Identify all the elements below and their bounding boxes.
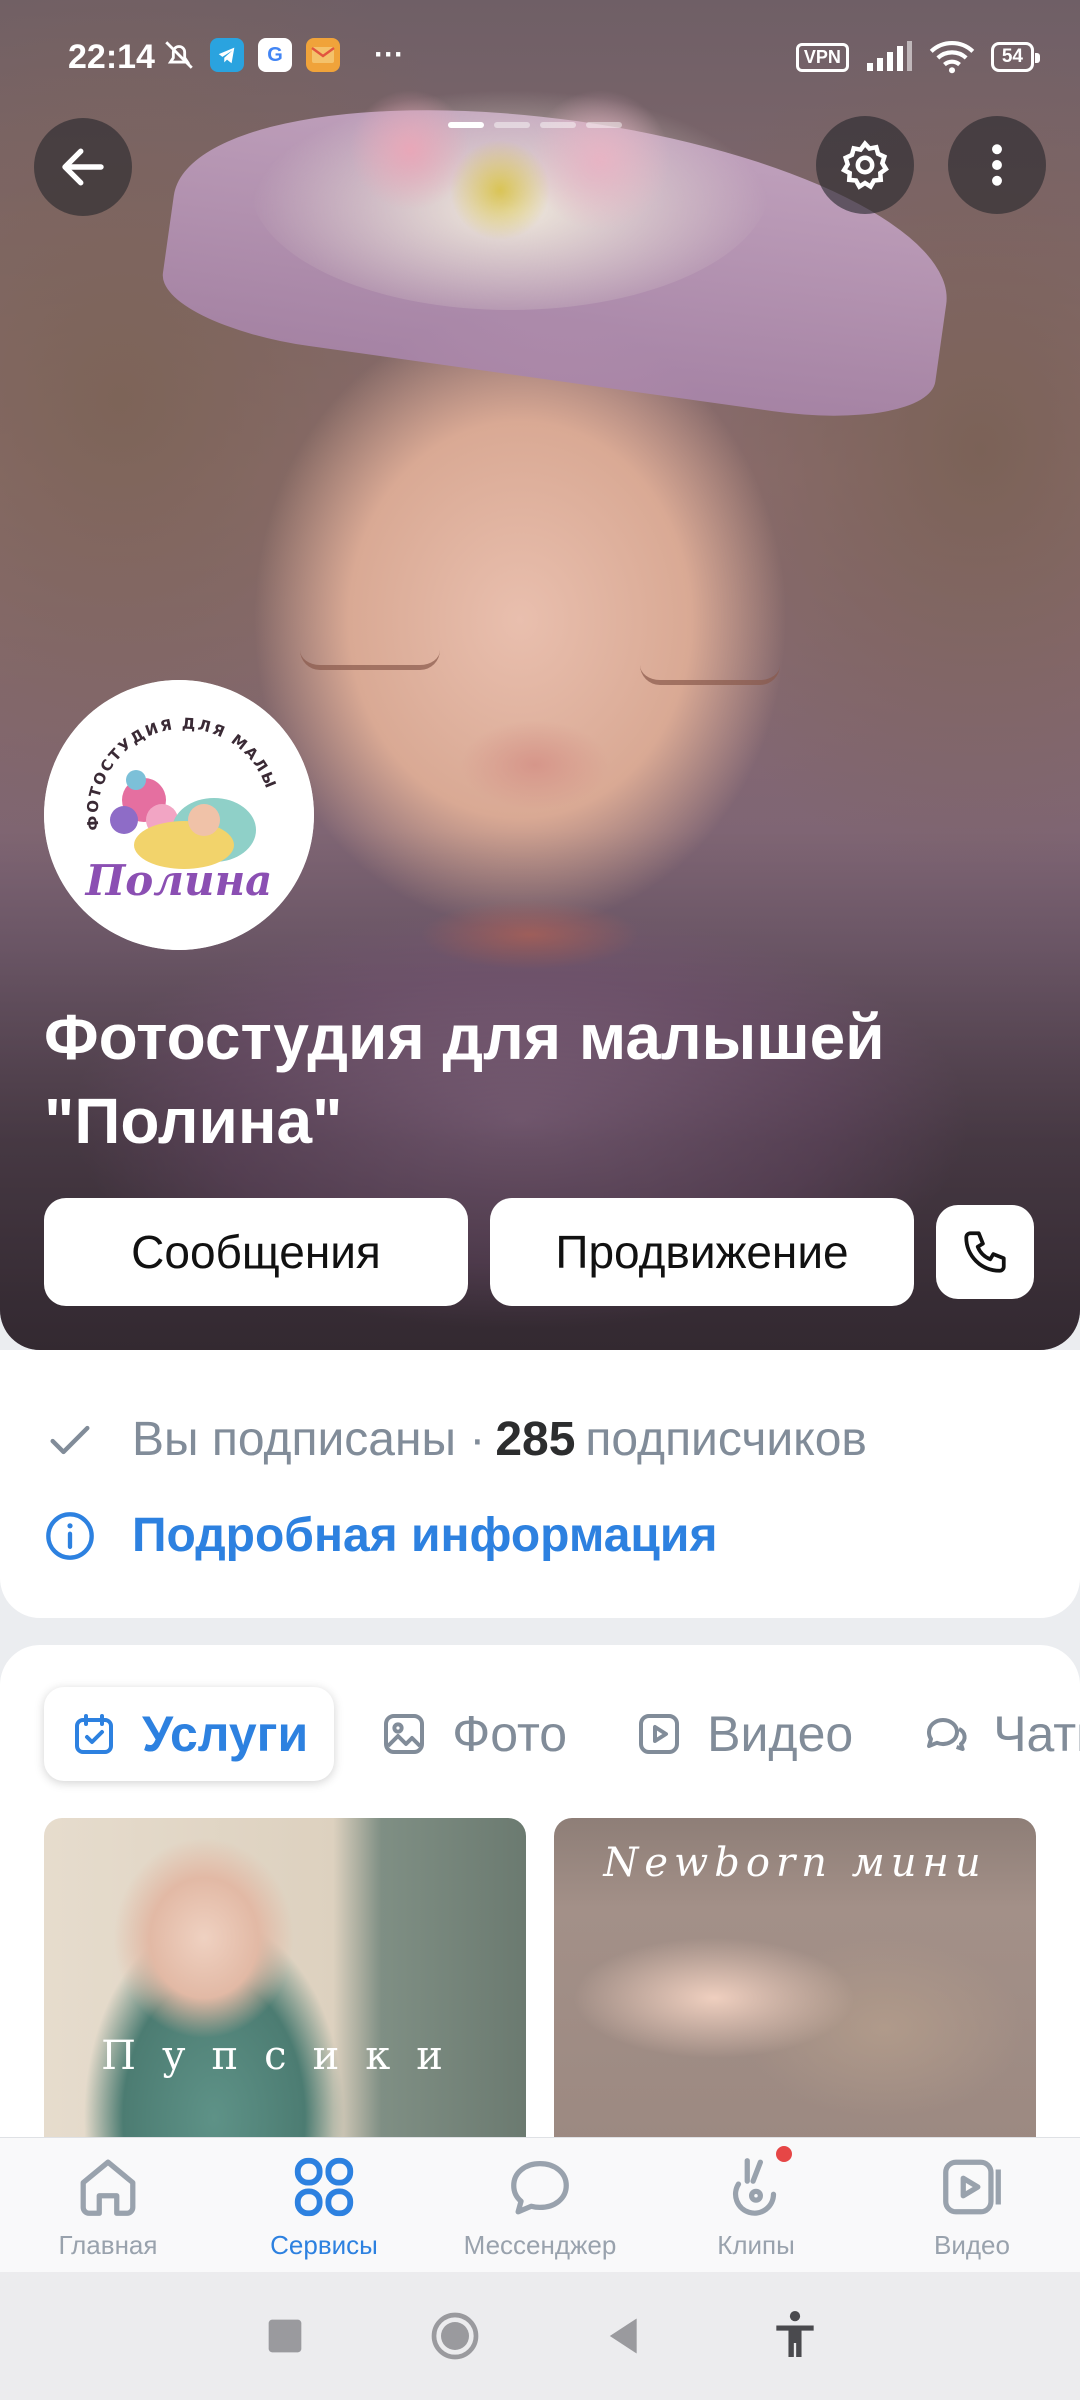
video-play-icon bbox=[943, 2159, 1001, 2215]
image-icon bbox=[384, 1714, 425, 1754]
subscribers-label: подписчиков bbox=[585, 1413, 867, 1466]
google-icon: G bbox=[258, 38, 292, 72]
svg-text:Полина: Полина bbox=[85, 856, 273, 905]
community-avatar[interactable]: ФОТОСТУДИЯ ДЛЯ МАЛЫШЕЙ Полина bbox=[44, 680, 314, 950]
progress-segment bbox=[494, 122, 530, 128]
arrow-left-icon bbox=[62, 148, 104, 186]
video-icon bbox=[639, 1714, 680, 1754]
community-actions: Сообщения Продвижение bbox=[44, 1198, 1034, 1306]
status-time: 22:14 bbox=[68, 38, 155, 76]
nav-messenger[interactable]: Мессенджер bbox=[432, 2138, 648, 2272]
studio-logo: ФОТОСТУДИЯ ДЛЯ МАЛЫШЕЙ Полина bbox=[44, 680, 314, 950]
bottom-navigation: Главная Сервисы Мессенджер Клипы Видео bbox=[0, 2137, 1080, 2272]
progress-segment bbox=[448, 122, 484, 128]
service-title: Newborn мини bbox=[603, 1840, 987, 1886]
nav-video[interactable]: Видео bbox=[864, 2138, 1080, 2272]
settings-button[interactable] bbox=[816, 116, 914, 214]
vpn-badge: VPN bbox=[795, 42, 849, 72]
nav-clips[interactable]: Клипы bbox=[648, 2138, 864, 2272]
content-tabs: Услуги Фото Видео Чаты bbox=[44, 1687, 1080, 1781]
wifi-icon bbox=[929, 41, 975, 74]
status-system-icons: VPN 54 bbox=[795, 40, 1041, 74]
nav-label: Мессенджер bbox=[463, 2230, 617, 2260]
chat-icon bbox=[927, 1718, 967, 1751]
service-card[interactable]: Newborn мини bbox=[554, 1818, 1036, 2145]
more-button[interactable] bbox=[948, 116, 1046, 214]
subscription-status[interactable]: Вы подписаны · 285 подписчиков bbox=[44, 1412, 867, 1467]
system-navigation-bar bbox=[0, 2272, 1080, 2400]
back-button[interactable] bbox=[34, 118, 132, 216]
nav-label: Видео bbox=[934, 2230, 1010, 2260]
call-button[interactable] bbox=[936, 1205, 1034, 1299]
nav-home[interactable]: Главная bbox=[0, 2138, 216, 2272]
progress-segment bbox=[540, 122, 576, 128]
tab-label: Видео bbox=[707, 1706, 854, 1762]
phone-icon bbox=[964, 1231, 1006, 1273]
mail-icon bbox=[306, 38, 340, 72]
details-link[interactable]: Подробная информация bbox=[44, 1508, 717, 1563]
nav-label: Главная bbox=[58, 2230, 158, 2260]
home-icon bbox=[80, 2159, 136, 2216]
clips-icon bbox=[732, 2158, 777, 2216]
recents-square-icon[interactable] bbox=[257, 2308, 313, 2364]
back-triangle-icon[interactable] bbox=[597, 2308, 653, 2364]
checkmark-icon bbox=[50, 1425, 90, 1454]
status-bar: 22:14 G ··· VPN 54 bbox=[0, 0, 1080, 110]
cover-face-detail bbox=[460, 720, 610, 810]
mute-bell-icon bbox=[162, 38, 196, 72]
subscribed-label: Вы подписаны · bbox=[132, 1413, 486, 1466]
notification-badge bbox=[776, 2146, 792, 2162]
gear-icon bbox=[840, 140, 889, 190]
tab-label: Услуги bbox=[142, 1706, 309, 1762]
nav-label: Сервисы bbox=[270, 2230, 378, 2260]
service-title: Пупсики bbox=[101, 2033, 469, 2079]
cover-face-detail bbox=[420, 900, 640, 970]
info-icon bbox=[46, 1511, 94, 1560]
tab-label: Фото bbox=[452, 1706, 568, 1762]
cover-story-progress bbox=[448, 122, 622, 128]
tab-services[interactable]: Услуги bbox=[44, 1687, 335, 1781]
telegram-icon bbox=[210, 38, 244, 72]
nav-services[interactable]: Сервисы bbox=[216, 2138, 432, 2272]
battery-indicator: 54 bbox=[990, 42, 1041, 72]
status-notification-icons: G ··· bbox=[162, 38, 404, 72]
home-circle-icon[interactable] bbox=[427, 2308, 483, 2364]
service-card[interactable]: Пупсики bbox=[44, 1818, 526, 2145]
status-more: ··· bbox=[374, 38, 404, 71]
calendar-check-icon bbox=[75, 1714, 113, 1754]
services-grid: Пупсики Newborn мини bbox=[44, 1818, 1036, 2145]
promote-button[interactable]: Продвижение bbox=[490, 1198, 914, 1306]
services-grid-icon bbox=[294, 2157, 354, 2217]
community-info-card: Вы подписаны · 285 подписчиков Подробная… bbox=[0, 1350, 1080, 1618]
nav-label: Клипы bbox=[717, 2230, 795, 2260]
tab-chats[interactable]: Чаты bbox=[921, 1687, 1080, 1781]
messages-button[interactable]: Сообщения bbox=[44, 1198, 468, 1306]
cover-face-detail bbox=[640, 665, 780, 685]
signal-icon bbox=[866, 41, 912, 71]
community-name: Фотостудия для малышей "Полина" bbox=[44, 1001, 885, 1157]
tab-photos[interactable]: Фото bbox=[380, 1687, 567, 1781]
progress-segment bbox=[586, 122, 622, 128]
tab-label: Чаты bbox=[993, 1706, 1080, 1762]
subscribers-count: 285 bbox=[495, 1413, 576, 1466]
message-bubble-icon bbox=[511, 2161, 569, 2215]
accessibility-icon[interactable] bbox=[767, 2308, 823, 2364]
tab-videos[interactable]: Видео bbox=[635, 1687, 853, 1781]
content-section: Услуги Фото Видео Чаты Пупсики Newborn м… bbox=[0, 1645, 1080, 2145]
cover-face-detail bbox=[300, 650, 440, 670]
more-vertical-icon bbox=[992, 144, 1002, 186]
details-label: Подробная информация bbox=[132, 1509, 718, 1562]
